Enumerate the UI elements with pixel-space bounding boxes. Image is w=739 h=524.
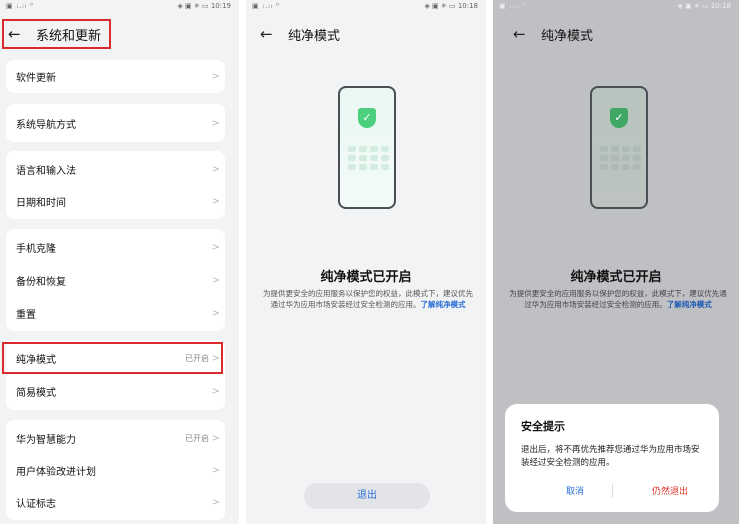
chevron-right-icon: > (211, 464, 220, 476)
pure-mode-heading: 纯净模式已开启 (570, 270, 662, 285)
chevron-right-icon: > (211, 241, 220, 253)
status-bar-right: ◈ ▣ ✳ ▭ 10:18 (424, 2, 478, 10)
settings-item-user-experience[interactable]: 用户体验改进计划 > (6, 455, 225, 485)
settings-item-certification[interactable]: 认证标志 > (6, 487, 225, 517)
settings-item-software-update[interactable]: 软件更新 > (6, 61, 225, 91)
settings-item-label: 用户体验改进计划 (16, 466, 96, 478)
header: ← 纯净模式 (260, 20, 340, 48)
settings-item-label: 华为智慧能力 (16, 434, 76, 446)
chevron-right-icon: > (211, 163, 220, 175)
page-title: 纯净模式 (288, 28, 341, 44)
settings-item-value: 已开启 (185, 433, 209, 443)
settings-item-label: 软件更新 (16, 72, 56, 84)
phone-shield-illustration: ✓ (338, 86, 396, 209)
chevron-right-icon: > (211, 274, 220, 286)
exit-button[interactable]: 退出 (304, 483, 430, 509)
settings-group-2: 系统导航方式 > (6, 104, 225, 142)
settings-item-backup-restore[interactable]: 备份和恢复 > (6, 265, 225, 295)
status-bar-right: ◈ ▣ ✳ ▭ 10:19 (177, 2, 231, 10)
settings-item-language[interactable]: 语言和输入法 > (6, 154, 225, 184)
title-highlight-box (2, 19, 111, 49)
settings-item-label: 语言和输入法 (16, 165, 76, 177)
status-bar-left: ▣ ᵢ.ᵢₗ ⁰ (252, 2, 280, 10)
cancel-button[interactable]: 取消 (545, 484, 605, 497)
pure-mode-description: 为提供更安全的应用服务以保护您的权益，此模式下，建议优先通过华为应用市场安装经过… (262, 288, 474, 310)
screen-system-and-updates: ▣ ᵢ.ᵢₗ ⁰ ◈ ▣ ✳ ▭ 10:19 ← 系统和更新 软件更新 > 系统… (0, 0, 239, 524)
settings-item-phone-clone[interactable]: 手机克隆 > (6, 232, 225, 262)
status-bar: ▣ ᵢ.ᵢₗ ⁰ ◈ ▣ ✳ ▭ 10:18 (246, 0, 486, 12)
learn-more-link[interactable]: 了解纯净模式 (421, 300, 466, 309)
confirm-exit-button[interactable]: 仍然退出 (630, 484, 710, 497)
dialog-title: 安全提示 (521, 420, 565, 433)
chevron-right-icon: > (211, 195, 220, 207)
learn-more-link[interactable]: 了解纯净模式 (667, 300, 712, 309)
status-bar: ▣ ᵢ.ᵢₗ ⁰ ◈ ▣ ✳ ▭ 10:19 (0, 0, 239, 12)
settings-item-label: 系统导航方式 (16, 119, 76, 131)
settings-item-navigation[interactable]: 系统导航方式 > (6, 108, 225, 138)
chevron-right-icon: > (211, 117, 220, 129)
status-bar-left: ▣ ᵢ.ᵢₗ ⁰ (499, 2, 527, 10)
header: ← 纯净模式 (513, 20, 593, 48)
settings-item-label: 日期和时间 (16, 197, 66, 209)
back-arrow-icon[interactable]: ← (260, 25, 278, 43)
settings-item-date-time[interactable]: 日期和时间 > (6, 186, 225, 216)
settings-group-1: 软件更新 > (6, 60, 225, 93)
settings-item-smart-abilities[interactable]: 华为智慧能力 已开启 > (6, 423, 225, 453)
security-prompt-dialog: 安全提示 退出后，将不再优先推荐您通过华为应用市场安装经过安全检测的应用。 取消… (505, 404, 719, 512)
shield-check-icon: ✓ (358, 108, 376, 128)
screen-pure-mode-exit-dialog: ▣ ᵢ.ᵢₗ ⁰ ◈ ▣ ✳ ▭ 10:18 ← 纯净模式 ✓ 纯净模式已开启 … (493, 0, 739, 524)
pure-mode-highlight-box (2, 342, 223, 374)
settings-item-label: 认证标志 (16, 498, 56, 510)
chevron-right-icon: > (211, 432, 220, 444)
status-bar-right: ◈ ▣ ✳ ▭ 10:18 (677, 2, 731, 10)
status-bar-left: ▣ ᵢ.ᵢₗ ⁰ (6, 2, 34, 10)
pure-mode-description: 为提供更安全的应用服务以保护您的权益，此模式下，建议优先通过华为应用市场安装经过… (509, 288, 727, 310)
settings-item-reset[interactable]: 重置 > (6, 298, 225, 328)
phone-shield-illustration: ✓ (590, 86, 648, 209)
dialog-button-divider (612, 484, 613, 498)
settings-item-label: 手机克隆 (16, 243, 56, 255)
dialog-body: 退出后，将不再优先推荐您通过华为应用市场安装经过安全检测的应用。 (521, 445, 700, 468)
settings-item-label: 备份和恢复 (16, 276, 66, 288)
settings-item-label: 重置 (16, 309, 36, 321)
status-bar: ▣ ᵢ.ᵢₗ ⁰ ◈ ▣ ✳ ▭ 10:18 (493, 0, 739, 12)
chevron-right-icon: > (211, 385, 220, 397)
settings-group-6: 华为智慧能力 已开启 > 用户体验改进计划 > 认证标志 > (6, 420, 225, 520)
pure-mode-heading: 纯净模式已开启 (320, 270, 412, 285)
settings-item-label: 简易模式 (16, 387, 56, 399)
settings-group-4: 手机克隆 > 备份和恢复 > 重置 > (6, 229, 225, 331)
screen-pure-mode: ▣ ᵢ.ᵢₗ ⁰ ◈ ▣ ✳ ▭ 10:18 ← 纯净模式 ✓ 纯净模式已开启 … (246, 0, 486, 524)
app-grid-illustration (348, 146, 389, 170)
settings-group-3: 语言和输入法 > 日期和时间 > (6, 151, 225, 219)
chevron-right-icon: > (211, 307, 220, 319)
page-title: 纯净模式 (541, 28, 594, 44)
chevron-right-icon: > (211, 496, 220, 508)
shield-check-icon: ✓ (610, 108, 628, 128)
app-grid-illustration (600, 146, 641, 170)
settings-item-simple-mode[interactable]: 简易模式 > (6, 376, 225, 406)
chevron-right-icon: > (211, 70, 220, 82)
back-arrow-icon[interactable]: ← (513, 25, 531, 43)
